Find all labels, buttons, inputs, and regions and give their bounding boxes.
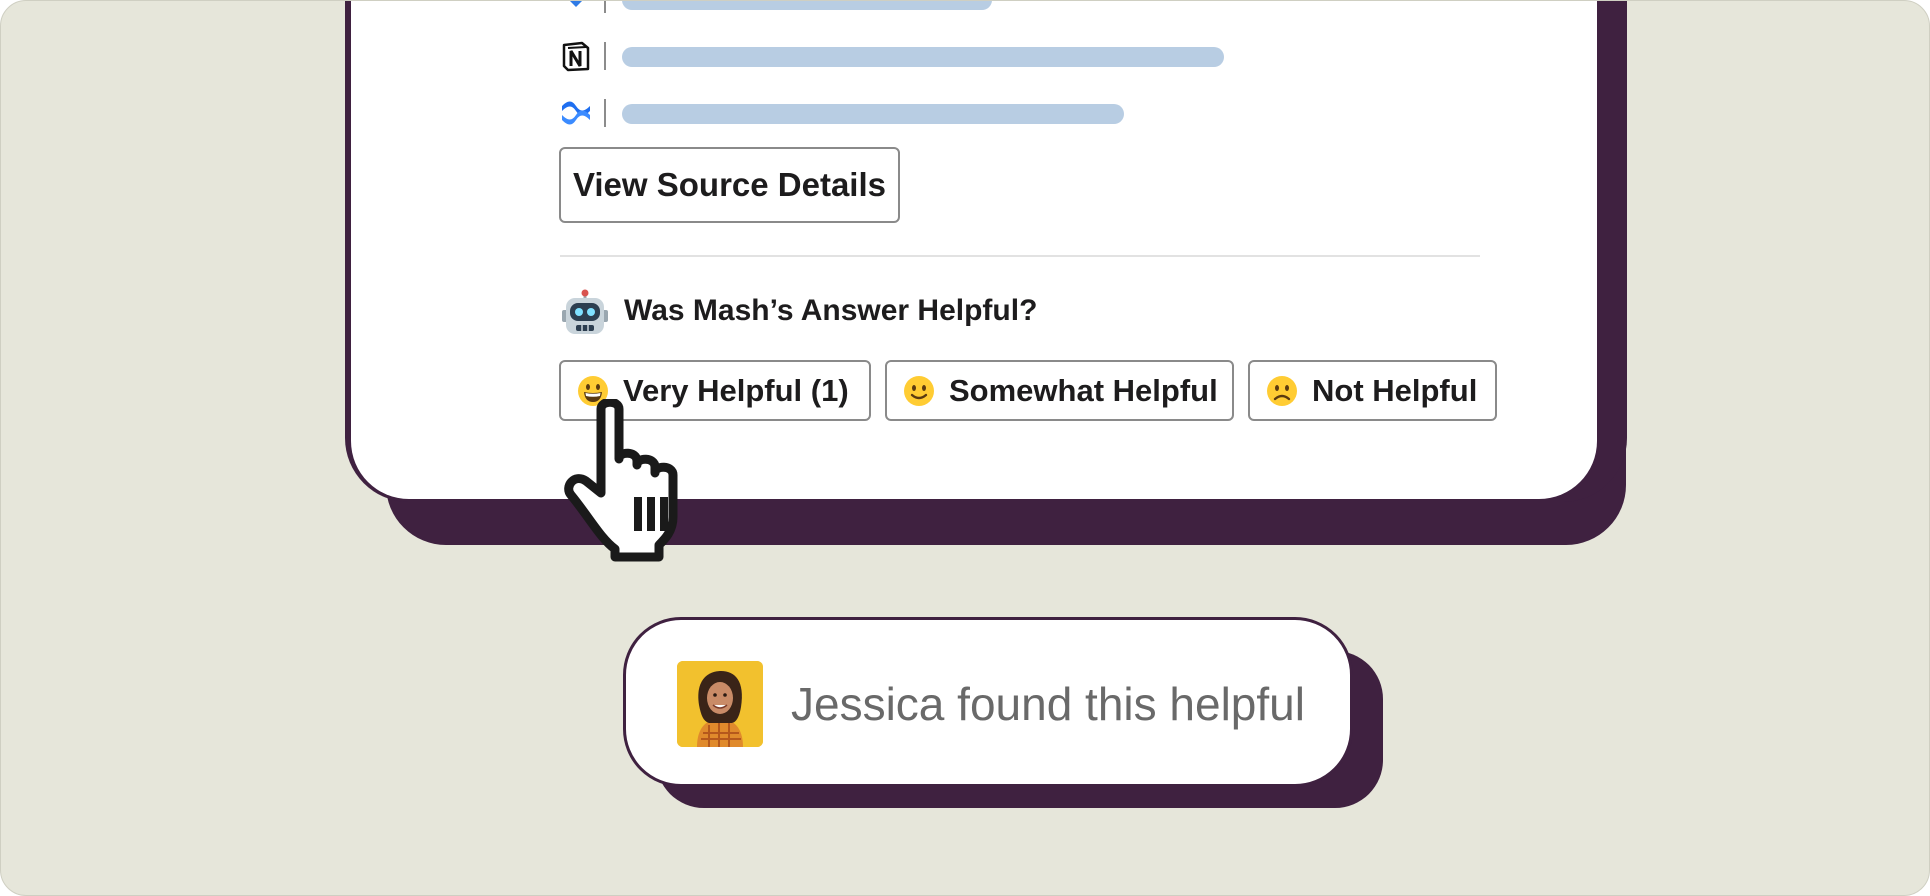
source-placeholder-bar [622, 104, 1124, 124]
source-separator [604, 1, 606, 13]
person-portrait-icon [677, 661, 763, 747]
view-source-details-button[interactable]: View Source Details [559, 147, 900, 223]
toast-message: Jessica found this helpful [791, 678, 1305, 730]
not-helpful-label: Not Helpful [1312, 372, 1478, 408]
somewhat-helpful-label: Somewhat Helpful [949, 372, 1218, 408]
avatar [677, 661, 763, 747]
somewhat-helpful-button[interactable]: Somewhat Helpful [885, 360, 1234, 421]
source-separator [604, 42, 606, 70]
source-placeholder-bar [622, 1, 992, 10]
confluence-icon [562, 101, 590, 125]
section-divider [560, 255, 1480, 257]
source-separator [604, 99, 606, 127]
source-placeholder-bar [622, 47, 1224, 67]
source-row-jira[interactable] [560, 1, 1010, 13]
not-helpful-button[interactable]: Not Helpful [1248, 360, 1497, 421]
jira-icon [570, 1, 582, 7]
answer-card [351, 1, 1597, 499]
canvas-background: View Source Details Was Mash’s Answer He… [0, 0, 1930, 896]
robot-face-icon [562, 289, 608, 334]
feedback-question: Was Mash’s Answer Helpful? [624, 294, 1038, 327]
notion-icon [562, 41, 590, 72]
frowning-face-icon [1267, 375, 1297, 406]
hand-pointer-cursor-icon [564, 399, 678, 562]
slightly-smiling-face-icon [904, 375, 934, 406]
source-row-notion[interactable] [560, 40, 1230, 72]
source-row-confluence[interactable] [560, 97, 1130, 127]
